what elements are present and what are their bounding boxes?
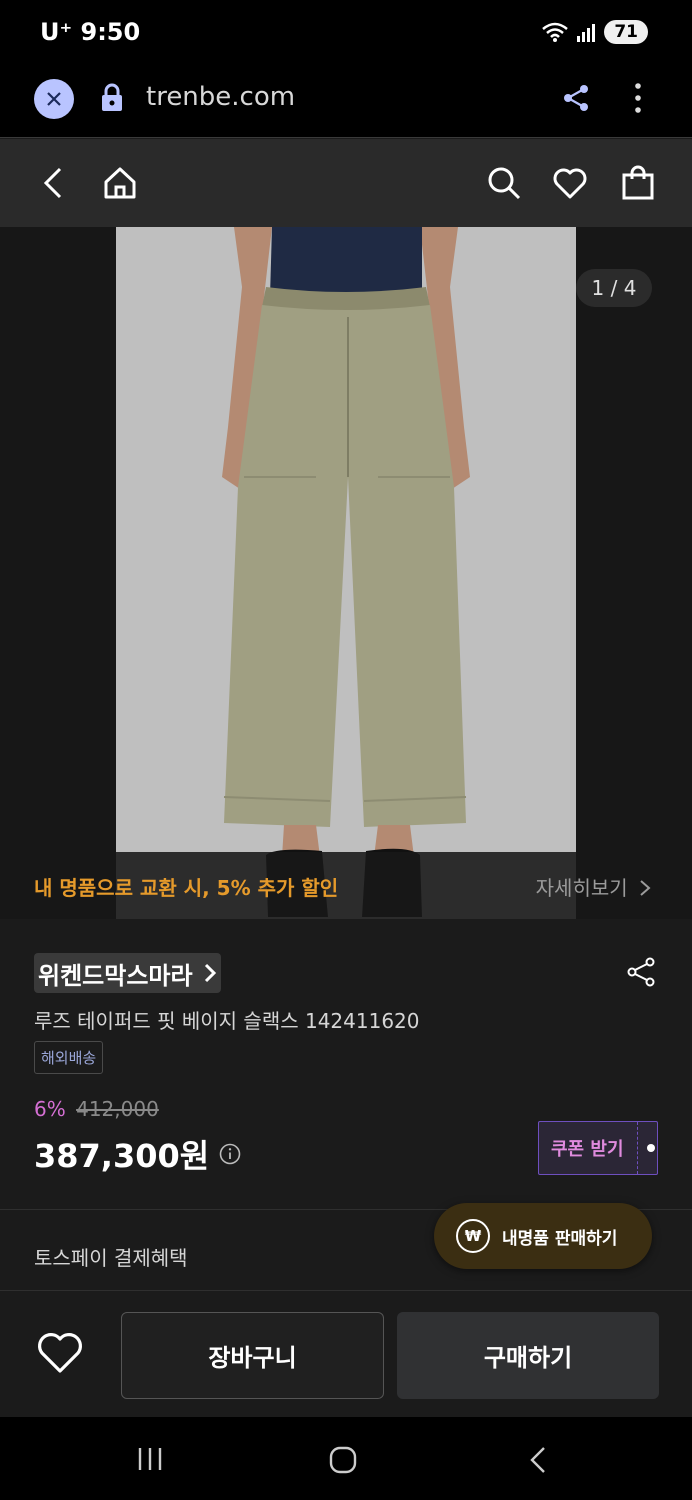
status-bar: U⁺ 9:50 71: [0, 0, 692, 60]
signal-icon: [577, 24, 596, 42]
coupon-button[interactable]: 쿠폰 받기: [538, 1121, 658, 1175]
status-icons: 71: [542, 20, 648, 44]
chevron-right-icon: [204, 963, 216, 983]
battery-level: 71: [614, 22, 638, 42]
buy-now-button[interactable]: 구매하기: [397, 1312, 659, 1399]
sale-price: 387,300원: [34, 1131, 241, 1177]
close-tab-button[interactable]: [34, 79, 74, 119]
promo-text: 내 명품으로 교환 시, 5% 추가 할인: [34, 876, 339, 900]
url-text[interactable]: trenbe.com: [146, 82, 295, 112]
more-options-icon[interactable]: [628, 82, 648, 114]
product-name: 루즈 테이퍼드 핏 베이지 슬랙스 142411620: [34, 1009, 420, 1033]
system-back-icon[interactable]: [526, 1445, 550, 1475]
brand-name: 위켄드막스마라: [38, 961, 193, 990]
share-icon[interactable]: [626, 957, 656, 987]
price-value: 387,300원: [34, 1137, 210, 1175]
close-icon: [47, 92, 61, 106]
site-header: [0, 139, 692, 227]
trousers-image: [222, 227, 470, 917]
promo-banner[interactable]: 내 명품으로 교환 시, 5% 추가 할인 자세히보기: [0, 852, 692, 919]
discount-info: 6% 412,000: [34, 1097, 159, 1121]
chevron-right-icon: [640, 880, 651, 896]
sell-my-luxury-button[interactable]: ₩ 내명품 판매하기: [434, 1203, 652, 1269]
product-image-gallery[interactable]: 1 / 4 내 명품으로 교환 시, 5% 추가 할인 자세히보기: [0, 227, 692, 919]
back-icon[interactable]: [40, 165, 68, 201]
system-navigation-bar: [0, 1417, 692, 1500]
toss-pay-benefits[interactable]: 토스페이 결제혜택 ₩ 내명품 판매하기: [0, 1203, 692, 1291]
promo-details-link[interactable]: 자세히보기: [536, 872, 652, 901]
coupon-notch: [637, 1122, 657, 1174]
toss-pay-label: 토스페이 결제혜택: [34, 1246, 188, 1270]
status-time: U⁺ 9:50: [40, 18, 141, 46]
home-button-icon[interactable]: [328, 1445, 358, 1475]
shipping-badge: 해외배송: [34, 1041, 104, 1074]
won-icon: ₩: [456, 1219, 490, 1253]
product-info: 위켄드막스마라 루즈 테이퍼드 핏 베이지 슬랙스 142411620 해외배송…: [0, 919, 692, 1209]
browser-url-bar: trenbe.com: [0, 60, 692, 138]
share-icon[interactable]: [562, 84, 590, 112]
battery-indicator: 71: [604, 20, 648, 44]
image-counter: 1 / 4: [576, 269, 652, 307]
bottom-action-bar: 장바구니 구매하기: [0, 1291, 692, 1417]
brand-link[interactable]: 위켄드막스마라: [34, 953, 221, 993]
original-price: 412,000: [76, 1097, 159, 1121]
promo-link-label: 자세히보기: [535, 876, 628, 900]
lock-icon: [102, 83, 122, 111]
search-icon[interactable]: [486, 165, 522, 201]
add-to-cart-button[interactable]: 장바구니: [121, 1312, 384, 1399]
sell-label: 내명품 판매하기: [502, 1228, 618, 1249]
shopping-bag-icon[interactable]: [620, 165, 656, 201]
info-icon[interactable]: [219, 1143, 241, 1165]
product-photo: [116, 227, 576, 919]
recent-apps-icon[interactable]: [136, 1445, 164, 1473]
wishlist-heart-icon[interactable]: [36, 1331, 84, 1375]
heart-icon[interactable]: [552, 165, 588, 201]
discount-rate: 6%: [34, 1097, 66, 1121]
home-icon[interactable]: [102, 165, 138, 201]
wifi-icon: [542, 22, 569, 42]
coupon-label: 쿠폰 받기: [551, 1139, 624, 1160]
